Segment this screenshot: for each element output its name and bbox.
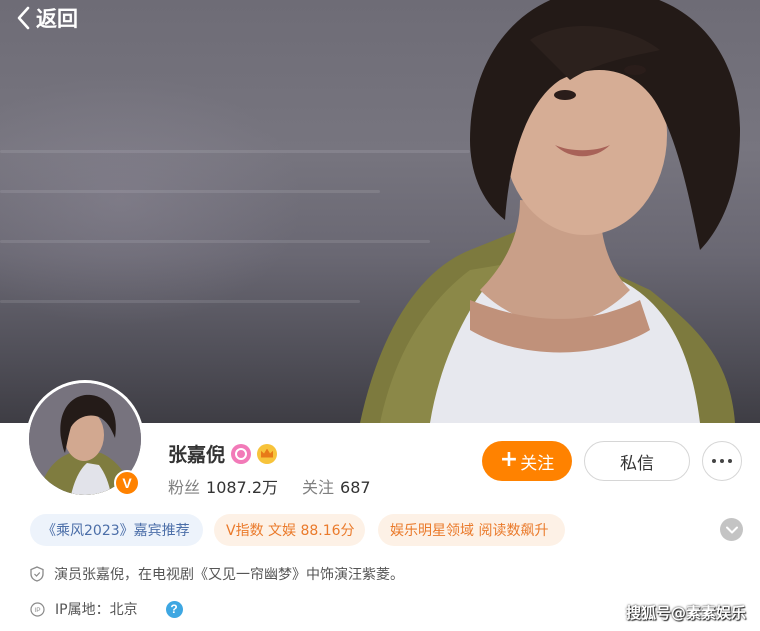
back-chevron-icon <box>17 6 30 30</box>
back-label: 返回 <box>36 7 78 31</box>
stats-row: 粉丝 1087.2万 关注 687 <box>168 474 371 498</box>
tag-label: V指数 文娱 88.16分 <box>226 523 355 539</box>
fans-count: 1087.2万 <box>206 478 279 497</box>
expand-chevron-icon <box>725 526 738 533</box>
verified-badge: V <box>114 470 140 496</box>
tag-label: 娱乐明星领域 阅读数飙升 <box>390 523 549 539</box>
ip-location: IP属地：北京 <box>55 602 138 618</box>
svg-text:IP: IP <box>34 607 40 614</box>
pink-badge-icon[interactable] <box>231 443 252 464</box>
message-button[interactable]: 私信 <box>584 441 690 481</box>
tag-domain-trend[interactable]: 娱乐明星领域 阅读数飙升 <box>378 514 565 546</box>
expand-button[interactable] <box>720 518 743 541</box>
help-icon[interactable]: ? <box>165 600 183 618</box>
message-label: 私信 <box>620 453 654 474</box>
back-button[interactable]: 返回 <box>16 4 78 32</box>
ip-row: IP IP属地：北京 ? <box>30 599 183 619</box>
more-button[interactable] <box>702 441 742 481</box>
watermark: 搜狐号@素素娱乐 <box>625 604 746 622</box>
fans-stat[interactable]: 粉丝 1087.2万 <box>168 474 278 498</box>
following-label: 关注 <box>302 478 335 497</box>
bio-text: 演员张嘉倪，在电视剧《又见一帘幽梦》中饰演汪紫菱。 <box>54 567 404 583</box>
follow-button[interactable]: + 关注 <box>482 441 572 481</box>
fans-label: 粉丝 <box>168 478 201 497</box>
cover-image: 返回 <box>0 0 760 423</box>
ip-icon: IP <box>30 601 45 617</box>
more-dots-icon <box>712 459 716 463</box>
bio-row: 演员张嘉倪，在电视剧《又见一帘幽梦》中饰演汪紫菱。 <box>30 564 404 584</box>
tag-label: 《乘风2023》嘉宾推荐 <box>42 523 190 539</box>
cover-portrait <box>360 0 740 423</box>
plus-icon: + <box>499 447 519 472</box>
shield-icon <box>30 566 44 582</box>
profile-name: 张嘉倪 <box>168 444 226 466</box>
name-row: 张嘉倪 <box>168 440 278 467</box>
follow-label: 关注 <box>520 453 555 474</box>
following-stat[interactable]: 关注 687 <box>302 474 371 498</box>
tag-v-index[interactable]: V指数 文娱 88.16分 <box>214 514 365 546</box>
crown-badge-icon[interactable] <box>257 443 278 464</box>
tag-show-recommend[interactable]: 《乘风2023》嘉宾推荐 <box>30 514 203 546</box>
following-count: 687 <box>340 478 371 497</box>
